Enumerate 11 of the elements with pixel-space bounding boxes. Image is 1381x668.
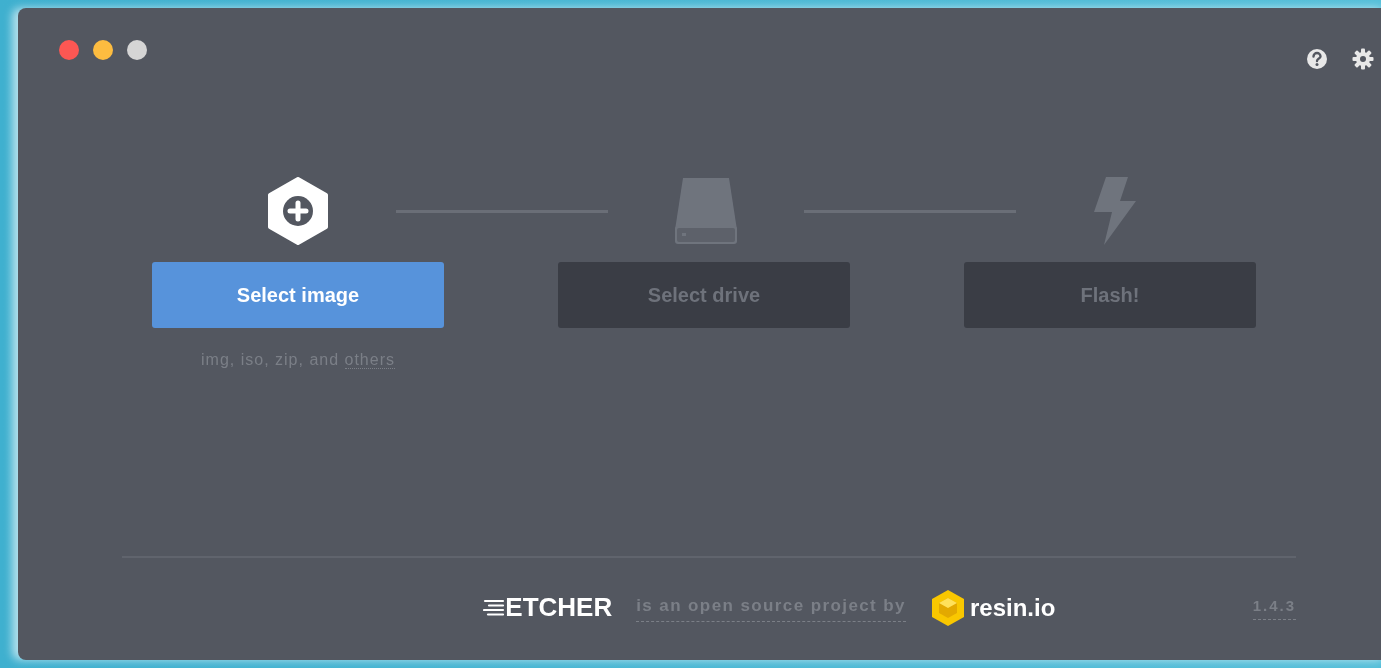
logo: ETCHER bbox=[505, 591, 613, 624]
speed-lines-icon bbox=[483, 598, 506, 617]
add-image-icon bbox=[266, 177, 330, 245]
brand-name: resin.io bbox=[969, 592, 1056, 623]
settings-icon[interactable] bbox=[1352, 48, 1374, 70]
step-button[interactable]: Select image bbox=[152, 262, 444, 328]
drive-icon bbox=[673, 176, 739, 246]
cube-logo-icon bbox=[929, 588, 966, 627]
help-icon[interactable] bbox=[1306, 48, 1328, 70]
window-control-button[interactable] bbox=[127, 40, 147, 60]
window-control-button[interactable] bbox=[93, 40, 113, 60]
